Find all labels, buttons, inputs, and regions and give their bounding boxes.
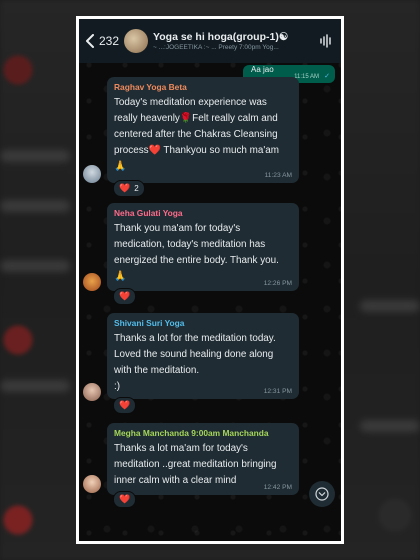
bg-shape	[360, 300, 420, 312]
reaction-count: 2	[134, 184, 139, 193]
heart-icon: ❤️	[119, 183, 131, 193]
sender-avatar[interactable]	[83, 165, 101, 183]
bg-shape	[360, 420, 420, 432]
heart-icon: ❤️	[119, 291, 131, 301]
reaction-pill[interactable]: ❤️ 2	[113, 180, 145, 197]
sender-name[interactable]: Megha Manchanda 9:00am Manchanda	[114, 428, 292, 438]
chevron-left-icon	[86, 34, 94, 48]
read-tick-icon: ✓	[324, 73, 330, 80]
chat-header: 232 Yoga se hi hoga(group-1)☯ ~ ...:JOGE…	[79, 19, 341, 63]
back-button[interactable]	[81, 19, 99, 63]
sender-name[interactable]: Neha Gulati Yoga	[114, 208, 292, 218]
message-text: Thank you ma'am for today's medication, …	[114, 223, 279, 266]
sender-avatar[interactable]	[83, 273, 101, 291]
group-title: Yoga se hi hoga(group-1)☯	[153, 31, 289, 43]
sender-avatar[interactable]	[83, 475, 101, 493]
chat-screen: 232 Yoga se hi hoga(group-1)☯ ~ ...:JOGE…	[76, 16, 344, 544]
bg-shape	[0, 380, 70, 392]
unread-count[interactable]: 232	[99, 34, 119, 48]
message-time: 12:42 PM	[263, 484, 292, 491]
message-text: Thanks a lot ma'am for today's meditatio…	[114, 443, 277, 486]
message-text: Thanks a lot for the meditation today. L…	[114, 333, 276, 376]
group-info[interactable]: Yoga se hi hoga(group-1)☯ ~ ...:JOGEETIK…	[153, 31, 315, 51]
sender-name[interactable]: Shivani Suri Yoga	[114, 318, 292, 328]
message-bubble[interactable]: Raghav Yoga Beta Today's meditation expe…	[107, 77, 299, 183]
heart-icon: ❤️	[119, 494, 131, 504]
message-time: 12:26 PM	[263, 280, 292, 287]
bg-shape	[0, 150, 70, 162]
message-bubble[interactable]: Shivani Suri Yoga Thanks a lot for the m…	[107, 313, 299, 399]
message-time: 11:23 AM	[264, 172, 292, 179]
chevron-down-circle-icon	[315, 487, 329, 501]
group-avatar[interactable]	[124, 29, 149, 53]
waveform-icon[interactable]	[319, 34, 333, 48]
reaction-pill[interactable]: ❤️	[113, 397, 137, 414]
group-subtitle: ~ ...:JOGEETIKA :~ ... Preety 7:00pm Yog…	[153, 44, 279, 51]
bg-shape	[0, 260, 70, 272]
scroll-to-bottom-button[interactable]	[309, 481, 335, 507]
outgoing-text: Aa jao	[251, 65, 274, 74]
reaction-pill[interactable]: ❤️	[113, 491, 137, 508]
sender-name[interactable]: Raghav Yoga Beta	[114, 82, 292, 92]
reaction-pill[interactable]: ❤️	[113, 288, 137, 305]
heart-icon: ❤️	[119, 400, 131, 410]
outgoing-time: 11:15 AM	[294, 74, 319, 80]
bg-shape	[0, 200, 70, 212]
sender-avatar[interactable]	[83, 383, 101, 401]
message-text: Today's meditation experience was really…	[114, 97, 279, 156]
message-bubble[interactable]: Megha Manchanda 9:00am Manchanda Thanks …	[107, 423, 299, 495]
message-bubble[interactable]: Neha Gulati Yoga Thank you ma'am for tod…	[107, 203, 299, 291]
message-time: 12:31 PM	[263, 388, 292, 395]
